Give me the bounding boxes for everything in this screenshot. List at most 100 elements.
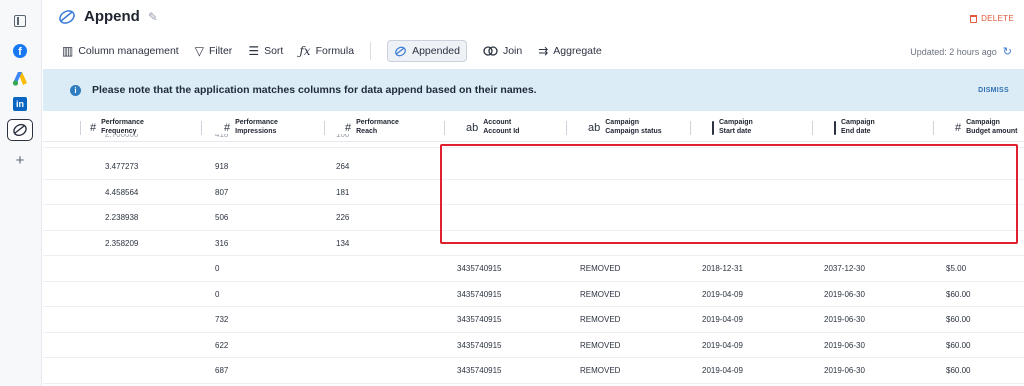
column-divider[interactable] xyxy=(324,121,325,135)
linkedin-icon[interactable]: in xyxy=(10,94,30,114)
table-cell: 2019-06-30 xyxy=(824,289,865,299)
table-cell: 3435740915 xyxy=(457,315,502,324)
join-button[interactable]: Join xyxy=(483,40,522,62)
number-type-icon: # xyxy=(955,121,962,134)
table-cell: REMOVED xyxy=(580,340,621,350)
calendar-icon xyxy=(834,120,836,135)
info-icon: i xyxy=(70,84,81,96)
table-cell: REMOVED xyxy=(580,289,621,299)
table-cell: 100 xyxy=(336,134,350,139)
table-cell: $5.00 xyxy=(946,264,967,273)
banner-message: Please note that the application matches… xyxy=(92,84,537,96)
column-divider[interactable] xyxy=(566,121,567,135)
date-type-icon xyxy=(834,120,836,135)
table-cell: 2019-06-30 xyxy=(824,366,865,375)
highlight-box xyxy=(440,144,1018,244)
table-cell: 3435740915 xyxy=(457,340,502,350)
table-cell: 807 xyxy=(215,187,229,197)
table-cell: 3435740915 xyxy=(457,366,502,375)
table-cell: 2.238938 xyxy=(105,213,139,222)
plus-icon[interactable]: + xyxy=(10,150,30,170)
table-cell: 622 xyxy=(215,340,229,350)
column-management-button[interactable]: ▥ Column management xyxy=(62,40,179,62)
table-cell: REMOVED xyxy=(580,315,621,324)
table-cell: 0 xyxy=(215,264,220,273)
append-icon xyxy=(395,46,406,56)
columns-icon: ▥ xyxy=(62,44,74,58)
edit-title-icon[interactable]: ✎ xyxy=(148,10,158,24)
delete-button[interactable]: DELETE xyxy=(970,14,1014,23)
table-cell: REMOVED xyxy=(580,366,621,375)
table-cell: 687 xyxy=(215,366,229,375)
refresh-icon[interactable]: ↻ xyxy=(1003,45,1012,58)
table-cell: 2019-04-09 xyxy=(702,366,743,375)
google-ads-icon[interactable] xyxy=(10,68,30,88)
table-cell: $60.00 xyxy=(946,366,971,375)
append-icon[interactable] xyxy=(7,119,33,141)
column-group-label: Campaign xyxy=(605,119,640,126)
table-cell: 181 xyxy=(336,187,350,197)
appended-button[interactable]: Appended xyxy=(387,40,467,62)
table-row[interactable]: 622 3435740915 REMOVED 2019-04-09 2019-06-30… xyxy=(43,333,1024,358)
table-cell: 134 xyxy=(336,238,350,248)
table-row[interactable]: 0 3435740915 REMOVED 2019-04-09 2019-06-30 $6… xyxy=(43,282,1024,307)
column-divider[interactable] xyxy=(690,121,691,135)
filter-icon: ▽ xyxy=(194,44,204,58)
table-cell: 418 xyxy=(215,134,229,139)
table-cell: 2019-04-09 xyxy=(702,315,743,324)
table-cell: 226 xyxy=(336,213,350,222)
info-banner: i Please note that the application match… xyxy=(43,69,1024,111)
text-type-icon: ab xyxy=(588,121,601,134)
table-cell: $60.00 xyxy=(946,340,971,350)
toolbar: ▥ Column management ▽ Filter ☰ Sort ƒx F… xyxy=(62,40,602,62)
number-type-icon: # xyxy=(90,121,97,134)
column-group-label: Campaign xyxy=(966,119,1000,126)
formula-icon: ƒx xyxy=(299,44,311,58)
table-cell: 3.477273 xyxy=(105,162,139,171)
table-row[interactable]: 0 3435740915 REMOVED 2018-12-31 2037-12-30 $5… xyxy=(43,256,1024,282)
table-cell: 2.358209 xyxy=(105,238,139,248)
column-divider[interactable] xyxy=(444,121,445,135)
table-cell: 2037-12-30 xyxy=(824,264,865,273)
page-header: Append ✎ xyxy=(58,8,158,25)
table-cell: 918 xyxy=(215,162,229,171)
number-type-icon: # xyxy=(224,121,231,134)
column-divider[interactable] xyxy=(80,121,81,135)
column-divider[interactable] xyxy=(201,121,202,135)
column-divider[interactable] xyxy=(933,121,934,135)
table-cell: 0 xyxy=(215,289,220,299)
collapse-sidebar-icon[interactable] xyxy=(10,11,30,31)
table-cell: 2018-12-31 xyxy=(702,264,743,273)
table-cell: 4.458564 xyxy=(105,187,139,197)
table-cell: REMOVED xyxy=(580,264,621,273)
table-cell: 2019-06-30 xyxy=(824,340,865,350)
dismiss-button[interactable]: DISMISS xyxy=(978,87,1009,94)
number-type-icon: # xyxy=(345,121,352,134)
table-cell: 2019-04-09 xyxy=(702,289,743,299)
table-cell: 2019-04-09 xyxy=(702,340,743,350)
table-cell: 2019-06-30 xyxy=(824,315,865,324)
column-group-label: Performance xyxy=(356,119,399,126)
filter-button[interactable]: ▽ Filter xyxy=(195,40,233,62)
table-cell: 316 xyxy=(215,238,229,248)
table-cell: 3435740915 xyxy=(457,289,502,299)
column-group-label: Performance xyxy=(101,119,144,126)
formula-button[interactable]: ƒx Formula xyxy=(299,40,354,62)
column-divider[interactable] xyxy=(812,121,813,135)
table-cell: 3435740915 xyxy=(457,264,502,273)
facebook-icon[interactable]: f xyxy=(10,41,30,61)
append-icon xyxy=(59,9,75,24)
trash-icon xyxy=(970,14,978,23)
column-group-label: Campaign xyxy=(841,119,875,126)
table-row[interactable]: 732 3435740915 REMOVED 2019-04-09 2019-06-30… xyxy=(43,307,1024,333)
aggregate-button[interactable]: ⇉ Aggregate xyxy=(538,40,602,62)
toolbar-divider xyxy=(370,42,372,60)
sort-button[interactable]: ☰ Sort xyxy=(248,40,283,62)
column-group-label: Campaign xyxy=(719,119,753,126)
text-type-icon: ab xyxy=(466,121,479,134)
calendar-icon xyxy=(712,120,714,135)
table-cell: 732 xyxy=(215,315,229,324)
sort-icon: ☰ xyxy=(248,44,260,58)
table-row[interactable]: 687 3435740915 REMOVED 2019-04-09 2019-06-30… xyxy=(43,358,1024,384)
table-cell: $60.00 xyxy=(946,315,971,324)
